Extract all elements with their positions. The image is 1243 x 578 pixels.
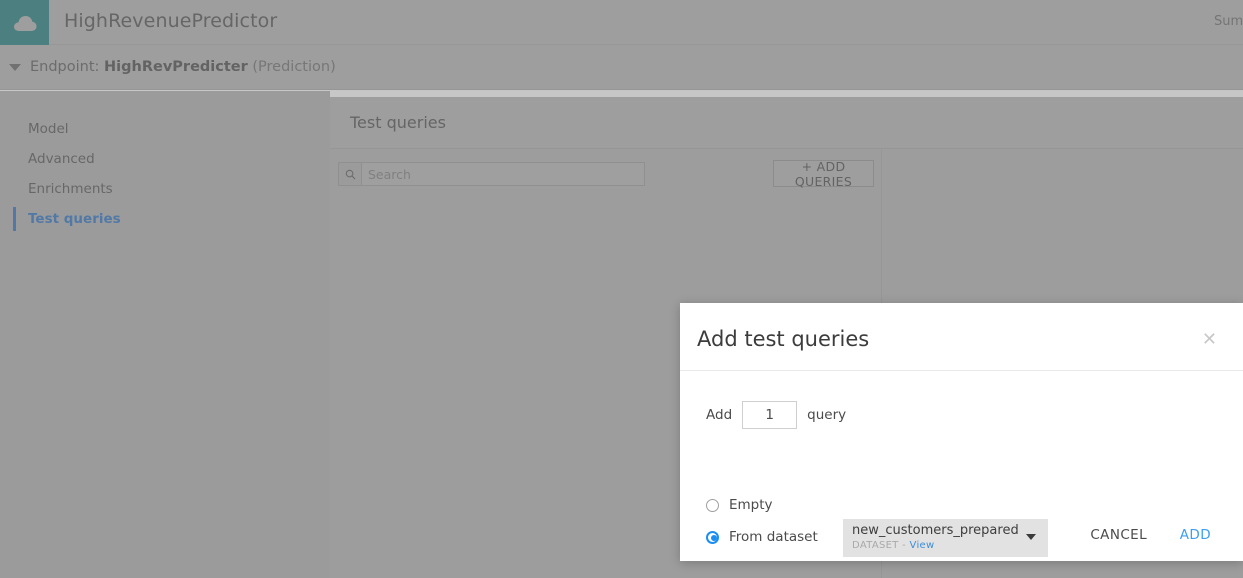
add-queries-button[interactable]: + ADD QUERIES [773, 159, 874, 189]
breadcrumb-text: Endpoint: HighRevPredicter (Prediction) [30, 59, 336, 75]
sidebar: Model Advanced Enrichments Test queries [0, 91, 330, 578]
app-title: HighRevenuePredictor [64, 10, 278, 32]
dialog-body: Add query Empty From dataset new_custome… [680, 371, 1243, 557]
close-icon[interactable]: ✕ [1196, 330, 1223, 350]
top-bar: HighRevenuePredictor Sum [0, 0, 1243, 45]
page-title: Test queries [350, 113, 446, 132]
add-button[interactable]: ADD [1174, 522, 1217, 548]
sidebar-item-label: Advanced [28, 151, 95, 167]
dialog-title: Add test queries [697, 327, 870, 351]
caret-down-icon[interactable] [9, 63, 21, 71]
query-count-input[interactable] [742, 401, 798, 429]
dialog-footer: CANCEL ADD [680, 514, 1243, 561]
sidebar-item-label: Enrichments [28, 181, 113, 197]
sidebar-item-label: Test queries [28, 211, 121, 227]
breadcrumb-suffix: (Prediction) [247, 59, 336, 75]
sidebar-item-advanced[interactable]: Advanced [0, 144, 330, 174]
radio-empty[interactable] [706, 498, 719, 512]
app-logo[interactable] [0, 0, 49, 45]
sidebar-item-test-queries[interactable]: Test queries [0, 204, 330, 234]
breadcrumb: Endpoint: HighRevPredicter (Prediction) [0, 45, 1243, 90]
query-count-suffix-label: query [807, 407, 847, 423]
search-input[interactable] [362, 163, 644, 185]
sidebar-item-enrichments[interactable]: Enrichments [0, 174, 330, 204]
add-test-queries-dialog: Add test queries ✕ Add query Empty From … [680, 303, 1243, 561]
cloud-icon [13, 15, 36, 31]
dialog-header: Add test queries ✕ [680, 303, 1243, 371]
query-count-row: Add query [706, 401, 846, 429]
sidebar-item-label: Model [28, 121, 69, 137]
sidebar-item-model[interactable]: Model [0, 114, 330, 144]
search-icon [339, 163, 362, 185]
breadcrumb-endpoint-name[interactable]: HighRevPredicter [104, 59, 248, 75]
breadcrumb-prefix: Endpoint: [30, 59, 105, 75]
cancel-button[interactable]: CANCEL [1084, 522, 1153, 548]
option-empty-label: Empty [729, 497, 773, 513]
topbar-summary-label[interactable]: Sum [1214, 14, 1243, 29]
option-empty[interactable]: Empty [706, 497, 773, 513]
search-glass-icon [345, 169, 355, 179]
query-count-prefix-label: Add [706, 407, 733, 423]
toolbar: + ADD QUERIES [338, 159, 874, 198]
panel-header: Test queries [330, 97, 1243, 149]
search-box[interactable] [338, 162, 645, 186]
app-root: HighRevenuePredictor Sum Endpoint: HighR… [0, 0, 1243, 578]
